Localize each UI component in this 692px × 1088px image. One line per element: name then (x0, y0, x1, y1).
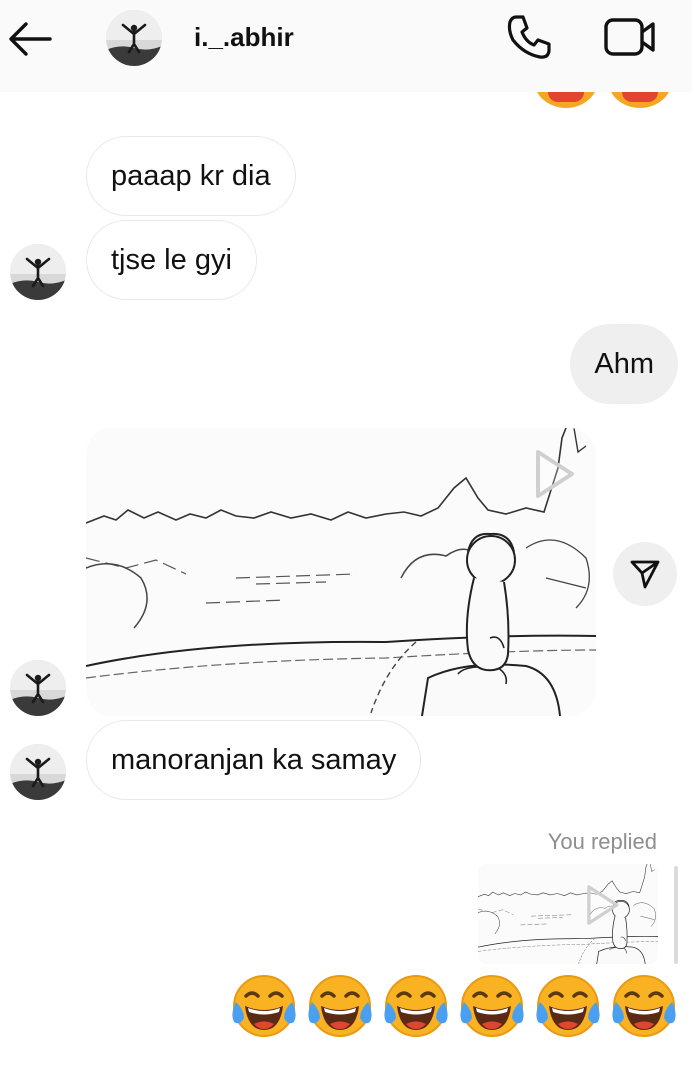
laugh-icon (230, 972, 298, 1044)
outgoing-message-bubble[interactable]: Ahm (570, 324, 678, 404)
message-text: paaap kr dia (111, 159, 271, 192)
chat-header: i._.abhir (0, 0, 692, 92)
message-text: Ahm (594, 347, 654, 380)
laugh-icon (534, 972, 602, 1044)
contact-username[interactable]: i._.abhir (194, 22, 294, 53)
contact-avatar[interactable] (106, 10, 162, 66)
message-bubble[interactable]: tjse le gyi (86, 220, 257, 300)
voice-call-button[interactable] (504, 12, 554, 62)
video-thumbnail (478, 864, 658, 964)
back-button[interactable] (6, 18, 56, 60)
play-icon (536, 450, 574, 498)
replied-video-thumbnail[interactable] (478, 864, 658, 964)
video-thumbnail (86, 428, 596, 716)
message-text: manoranjan ka samay (111, 743, 397, 776)
play-icon (587, 885, 619, 925)
sender-avatar[interactable] (10, 660, 66, 716)
replied-label: You replied (547, 829, 657, 854)
message-bubble[interactable]: paaap kr dia (86, 136, 296, 216)
reply-indicator-bar (674, 866, 678, 964)
phone-icon (507, 15, 551, 59)
laugh-icon (306, 972, 374, 1044)
arrow-left-icon (9, 22, 52, 56)
video-call-button[interactable] (602, 14, 658, 60)
shared-video[interactable] (86, 428, 596, 716)
video-camera-icon (604, 18, 655, 56)
laugh-icon (382, 972, 450, 1044)
paper-plane-icon (630, 560, 660, 589)
sender-avatar[interactable] (10, 244, 66, 300)
laugh-icon (610, 972, 678, 1044)
laugh-icon (458, 972, 526, 1044)
sender-avatar[interactable] (10, 744, 66, 800)
share-button[interactable] (613, 542, 677, 606)
reaction-emoji-message[interactable] (230, 972, 678, 1044)
message-bubble[interactable]: manoranjan ka samay (86, 720, 422, 800)
message-text: tjse le gyi (111, 243, 232, 276)
